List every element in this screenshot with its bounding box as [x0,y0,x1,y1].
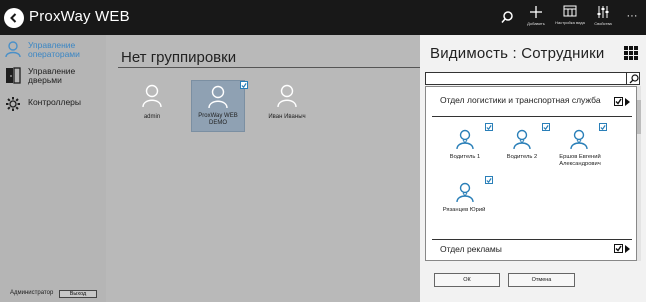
department-checkbox[interactable] [614,244,623,253]
check-icon [241,82,247,88]
expand-arrow-icon[interactable] [625,98,630,106]
app-title: ProxWay WEB [29,8,130,25]
properties-label: Свойства [594,21,612,26]
grid-view-icon[interactable] [624,46,638,60]
plus-icon [530,6,542,18]
department-divider [432,239,632,240]
back-button[interactable] [4,8,24,28]
check-icon [486,124,492,130]
sidebar-item-doors[interactable]: Управление дверьми [0,66,106,88]
add-button-label: Добавить [527,21,545,26]
expand-arrow-icon[interactable] [625,245,630,253]
search-icon [629,73,639,83]
sidebar: Управление операторами Управление дверьм… [0,35,106,287]
cancel-button[interactable]: Отмена [508,273,575,287]
check-icon [543,124,549,130]
user-icon [142,84,162,108]
user-icon [456,129,474,150]
logout-button[interactable]: Выход [59,290,97,298]
operator-name: ProxWay WEB DEMO [198,113,238,126]
gear-icon [6,97,20,111]
employee-checkbox[interactable] [485,176,493,184]
search-input[interactable] [427,73,626,84]
employee-name: Водитель 1 [449,154,481,160]
department-divider [432,116,632,117]
employee-name: Ершов Евгений Александрович [559,154,601,167]
add-button[interactable]: Добавить [524,5,548,32]
view-settings-label: Настройка вида [555,20,585,25]
group-divider [118,67,420,68]
department-advertising: Отдел рекламы [440,244,502,254]
operator-name: admin [143,114,161,120]
panel-title: Видимость : Сотрудники [430,45,605,62]
top-bar: ProxWay WEB Добавить Настройка вида Свой… [0,0,646,35]
employee-checkbox[interactable] [542,123,550,131]
user-icon [277,84,297,108]
employee-checkbox[interactable] [599,123,607,131]
scrollbar-thumb[interactable] [637,100,641,134]
check-icon [615,98,622,105]
sidebar-item-label: Управление операторами [28,40,80,59]
search-icon [501,11,513,23]
operator-checkbox[interactable] [240,81,248,89]
department-checkbox[interactable] [614,97,623,106]
user-icon [208,85,228,109]
more-icon: ··· [626,10,638,22]
search-button[interactable] [626,72,640,85]
current-user: Администратор [10,290,54,296]
user-icon [456,182,474,203]
operator-card-ivan[interactable]: Иван Иваныч [260,80,314,132]
view-settings-icon [563,5,577,17]
operators-icon [5,41,21,58]
operator-card-admin[interactable]: admin [125,80,179,132]
sidebar-item-controllers[interactable]: Контроллеры [0,95,106,113]
employee-checkbox[interactable] [485,123,493,131]
sliders-icon [597,6,609,18]
sidebar-item-label: Контроллеры [28,97,82,107]
check-icon [486,177,492,183]
user-icon [513,129,531,150]
door-icon [6,67,21,84]
sidebar-item-operators[interactable]: Управление операторами [0,40,106,62]
employee-search [425,72,640,85]
check-icon [600,124,606,130]
operator-name: Иван Иваныч [268,114,306,120]
properties-button[interactable]: Свойства [590,5,616,32]
group-title: Нет группировки [121,49,237,66]
check-icon [615,245,622,252]
user-footer: Администратор Выход [0,287,106,302]
back-arrow-icon [10,13,17,23]
ok-button[interactable]: ОК [434,273,500,287]
department-logistics: Отдел логистики и транспортная служба [440,95,601,105]
sidebar-item-label: Управление дверьми [28,66,76,85]
view-settings-button[interactable]: Настройка вида [555,5,585,32]
operator-card-proxway-demo[interactable]: ProxWay WEB DEMO [191,80,248,132]
main-content [106,35,420,302]
employee-name: Водитель 2 [506,154,538,160]
more-button[interactable]: ··· [622,10,642,37]
employee-list[interactable] [425,86,637,261]
employee-name: Рязанцев Юрий [442,207,486,213]
user-icon [570,129,588,150]
search-button[interactable] [497,5,517,32]
